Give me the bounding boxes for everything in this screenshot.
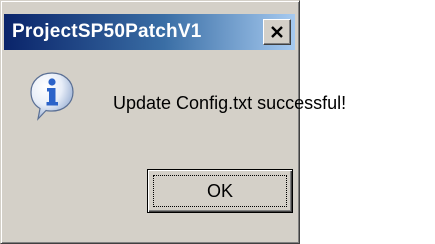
info-icon (30, 72, 74, 121)
close-icon (271, 26, 283, 38)
ok-button-label: OK (206, 180, 233, 201)
ok-button[interactable]: OK (147, 169, 293, 213)
message-dialog: ProjectSP50PatchV1 Update Config.txt suc… (0, 0, 346, 244)
window-title: ProjectSP50PatchV1 (12, 21, 202, 42)
dialog-message: Update Config.txt successful! (113, 93, 347, 113)
title-bar[interactable]: ProjectSP50PatchV1 (4, 14, 295, 50)
close-button[interactable] (263, 19, 291, 45)
